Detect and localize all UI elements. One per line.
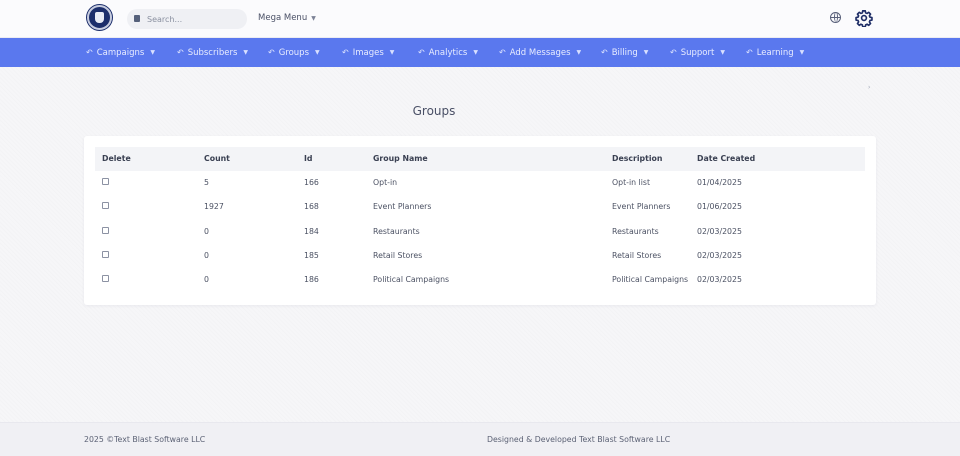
cell-group-name[interactable]: Opt-in [373,171,397,195]
cell-description: Event Planners [612,202,671,211]
table-row: 0 185 Retail Stores Retail Stores 02/03/… [95,244,865,268]
nav-item-learning[interactable]: ↶ Learning ▼ [746,38,804,67]
table-row: 1927 168 Event Planners Event Planners 0… [95,195,865,219]
chevron-down-icon: ▼ [720,49,725,56]
nav-item-label: Campaigns [96,47,145,58]
arrow-icon: ↶ [86,48,93,57]
mega-menu-label: Mega Menu [258,13,308,23]
column-header-description[interactable]: Description [612,147,662,171]
cell-group-name[interactable]: Political Campaigns [373,268,449,292]
nav-item-subscribers[interactable]: ↶ Subscribers ▼ [177,38,248,67]
table-row: 0 186 Political Campaigns Political Camp… [95,268,865,292]
table-header: Delete Count Id Group Name Description D… [95,147,865,171]
chevron-right-icon: › [868,84,871,91]
arrow-icon: ↶ [177,48,184,57]
table-row: 5 166 Opt-in Opt-in list 01/04/2025 [95,171,865,195]
arrow-icon: ↶ [670,48,677,57]
cell-date-created: 02/03/2025 [697,227,742,236]
cell-date-created: 02/03/2025 [697,251,742,260]
nav-item-groups[interactable]: ↶ Groups ▼ [268,38,320,67]
arrow-icon: ↶ [418,48,425,57]
nav-item-label: Add Messages [509,47,571,58]
chevron-down-icon: ▼ [576,49,582,56]
chevron-down-icon: ▼ [243,49,249,56]
groups-card: Delete Count Id Group Name Description D… [84,136,876,305]
cell-date-created: 02/03/2025 [697,275,742,284]
footer: 2025 ©Text Blast Software LLC Designed &… [0,422,960,456]
arrow-icon: ↶ [601,48,608,57]
delete-checkbox[interactable] [102,227,109,234]
search-input[interactable] [147,9,243,29]
delete-checkbox[interactable] [102,251,109,258]
cell-date-created: 01/04/2025 [697,178,742,187]
cell-count: 5 [204,178,209,187]
delete-checkbox[interactable] [102,178,109,185]
cell-description: Political Campaigns [612,275,689,284]
logo[interactable] [87,5,112,30]
nav-item-label: Analytics [428,47,468,58]
arrow-icon: ↶ [342,48,349,57]
delete-checkbox[interactable] [102,275,109,282]
cell-id: 166 [304,178,319,187]
cell-count: 0 [204,275,209,284]
cell-count: 0 [204,251,209,260]
cell-count: 1927 [204,202,224,211]
gear-icon[interactable] [855,9,873,27]
cell-date-created: 01/06/2025 [697,202,742,211]
nav-item-campaigns[interactable]: ↶ Campaigns ▼ [86,38,155,67]
arrow-icon: ↶ [499,48,506,57]
cell-description: Opt-in list [612,178,650,187]
cell-id: 185 [304,251,319,260]
nav-item-add-messages[interactable]: ↶ Add Messages ▼ [499,38,581,67]
search-icon [134,15,140,22]
main-navbar: ↶ Campaigns ▼ ↶ Subscribers ▼ ↶ Groups ▼… [0,38,960,67]
nav-item-billing[interactable]: ↶ Billing ▼ [601,38,648,67]
nav-item-label: Groups [278,47,310,58]
cell-group-name[interactable]: Event Planners [373,195,431,219]
cell-description: Restaurants [612,227,659,236]
cell-group-name[interactable]: Retail Stores [373,244,422,268]
chevron-down-icon: ▼ [315,49,320,56]
page-title: Groups [412,104,456,118]
nav-item-label: Billing [611,47,638,58]
chevron-down-icon: ▼ [473,49,478,56]
cell-group-name[interactable]: Restaurants [373,220,420,244]
nav-item-label: Learning [756,47,794,58]
table-row: 0 184 Restaurants Restaurants 02/03/2025 [95,220,865,244]
column-header-date-created[interactable]: Date Created [697,147,755,171]
cell-id: 186 [304,275,319,284]
cell-id: 184 [304,227,319,236]
cell-id: 168 [304,202,319,211]
nav-item-images[interactable]: ↶ Images ▼ [342,38,394,67]
arrow-icon: ↶ [746,48,753,57]
column-header-count[interactable]: Count [204,147,230,171]
column-header-id[interactable]: Id [304,147,312,171]
chevron-down-icon: ▼ [799,49,805,56]
delete-checkbox[interactable] [102,202,109,209]
cell-description: Retail Stores [612,251,662,260]
footer-credits: Designed & Developed Text Blast Software… [487,435,671,444]
chevron-down-icon: ▼ [311,14,316,22]
nav-item-label: Images [352,47,384,58]
nav-item-label: Subscribers [187,47,238,58]
mega-menu-dropdown[interactable]: Mega Menu ▼ [258,13,316,23]
globe-icon[interactable] [830,12,841,23]
nav-item-support[interactable]: ↶ Support ▼ [670,38,725,67]
search-box[interactable] [127,9,247,29]
footer-copyright: 2025 ©Text Blast Software LLC [84,435,206,444]
nav-item-label: Support [680,47,715,58]
column-header-group-name[interactable]: Group Name [373,147,428,171]
arrow-icon: ↶ [268,48,275,57]
chevron-down-icon: ▼ [150,49,155,56]
chevron-down-icon: ▼ [643,49,649,56]
nav-item-analytics[interactable]: ↶ Analytics ▼ [418,38,478,67]
chevron-down-icon: ▼ [389,49,395,56]
top-header: Mega Menu ▼ [0,0,960,38]
column-header-delete[interactable]: Delete [102,147,131,171]
cell-count: 0 [204,227,209,236]
